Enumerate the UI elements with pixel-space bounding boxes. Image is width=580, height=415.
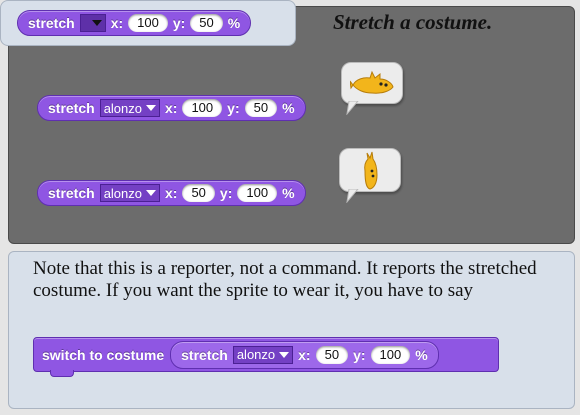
stretch-block-example-2[interactable]: stretch alonzo x: 50 y: 100 % (37, 180, 306, 206)
costume-dropdown[interactable] (79, 14, 106, 32)
x-input[interactable]: 100 (182, 99, 223, 117)
percent-label: % (415, 346, 428, 363)
y-label: y: (172, 15, 186, 31)
dropdown-arrow-icon (146, 190, 156, 196)
x-label: x: (165, 185, 178, 201)
y-label: y: (227, 100, 240, 116)
percent-label: % (282, 100, 295, 116)
block-label: stretch (48, 100, 95, 116)
stretch-block-template[interactable]: stretch x: 100 y: 50 % (17, 10, 252, 36)
x-input[interactable]: 50 (182, 184, 215, 202)
x-label: x: (110, 15, 124, 31)
costume-name: alonzo (103, 185, 142, 201)
costume-name: alonzo (236, 347, 276, 362)
y-input[interactable]: 100 (237, 184, 278, 202)
x-input[interactable]: 50 (315, 345, 349, 364)
costume-dropdown[interactable]: alonzo (99, 99, 160, 117)
y-label: y: (353, 346, 366, 363)
costume-name: alonzo (103, 100, 142, 116)
y-input[interactable]: 100 (370, 345, 411, 364)
result-bubble-2 (339, 148, 401, 203)
page-title: Stretch a costume. (333, 10, 493, 34)
y-input[interactable]: 50 (244, 99, 278, 117)
block-label: stretch (28, 15, 75, 31)
result-bubble-1 (341, 62, 403, 115)
dropdown-arrow-icon (279, 351, 290, 358)
y-input[interactable]: 50 (190, 14, 223, 32)
x-input[interactable]: 100 (128, 14, 168, 32)
note-text: Note that this is a reporter, not a comm… (33, 258, 537, 301)
bubble-tail (346, 101, 359, 115)
alonzo-sprite-wide-icon (350, 70, 394, 94)
bubble-tail (346, 189, 359, 203)
stretch-block-nested[interactable]: stretch alonzo x: 50 y: 100 % (170, 340, 439, 369)
block-label: stretch (48, 185, 95, 201)
x-label: x: (165, 100, 178, 116)
switch-to-costume-block[interactable]: switch to costume stretch alonzo x: 50 y… (33, 337, 499, 377)
costume-dropdown[interactable]: alonzo (232, 345, 294, 364)
percent-label: % (282, 185, 295, 201)
y-label: y: (219, 185, 233, 201)
dropdown-arrow-icon (146, 105, 156, 111)
stretch-block-example-1[interactable]: stretch alonzo x: 100 y: 50 % (37, 95, 306, 121)
block-label: switch to costume (42, 346, 165, 363)
x-label: x: (298, 346, 311, 363)
percent-label: % (227, 15, 241, 31)
costume-dropdown[interactable]: alonzo (99, 184, 160, 202)
alonzo-sprite-tall-icon (364, 151, 378, 190)
block-label: stretch (181, 346, 228, 363)
dropdown-arrow-icon (91, 20, 102, 26)
